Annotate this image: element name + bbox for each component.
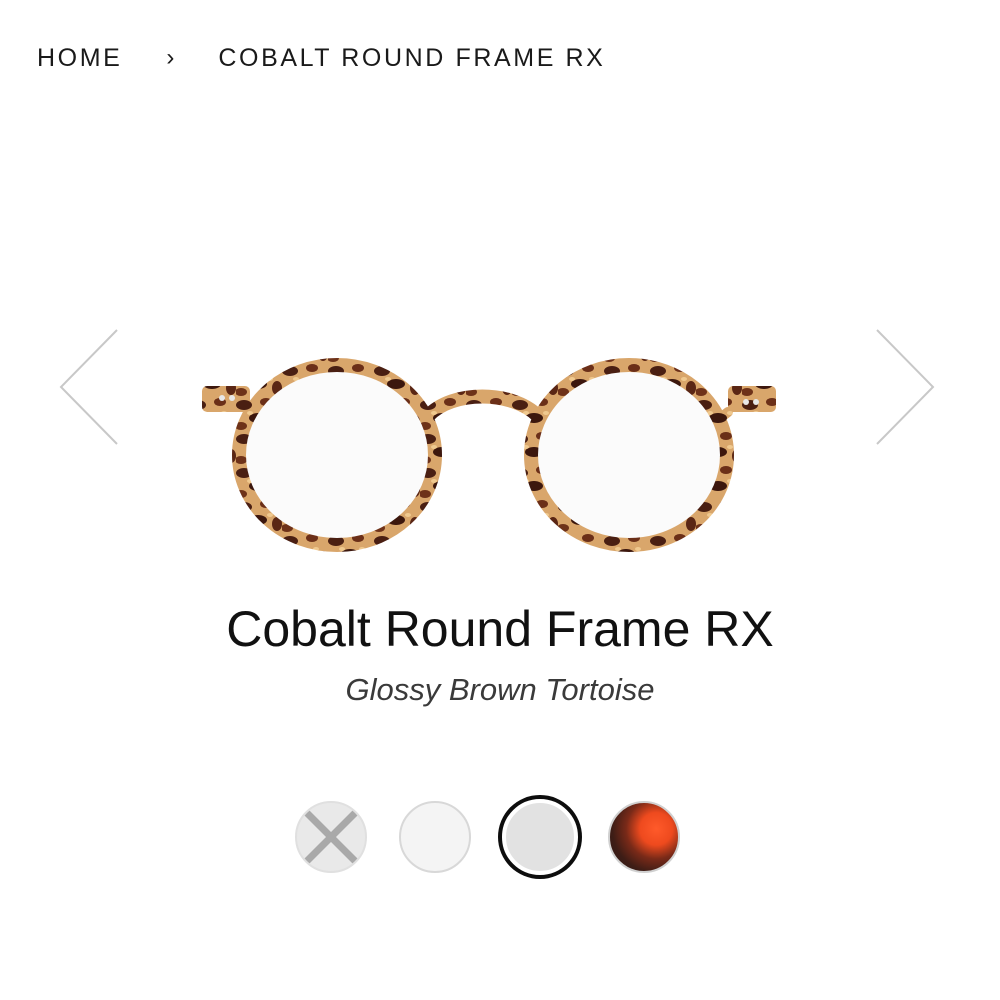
color-swatches (290, 797, 710, 877)
product-page: HOME › COBALT ROUND FRAME RX Cobalt Roun… (0, 0, 1000, 1000)
breadcrumb: HOME › COBALT ROUND FRAME RX (37, 38, 605, 78)
color-swatch-unavailable[interactable] (295, 801, 367, 873)
product-color-name: Glossy Brown Tortoise (345, 672, 655, 707)
breadcrumb-current: COBALT ROUND FRAME RX (218, 43, 606, 72)
carousel-prev-button[interactable] (58, 328, 120, 446)
color-swatch-selected[interactable] (502, 799, 578, 875)
color-swatch-clear[interactable] (399, 801, 471, 873)
product-title: Cobalt Round Frame RX (226, 601, 774, 657)
glasses-image (202, 358, 776, 552)
chevron-left-icon (59, 329, 118, 445)
breadcrumb-home-link[interactable]: HOME (37, 44, 122, 73)
close-icon (297, 803, 365, 871)
color-swatch-tortoise[interactable] (608, 801, 680, 873)
carousel-next-button[interactable] (874, 328, 936, 446)
chevron-right-icon (876, 329, 935, 445)
product-image (190, 330, 790, 580)
breadcrumb-separator: › (166, 44, 175, 71)
